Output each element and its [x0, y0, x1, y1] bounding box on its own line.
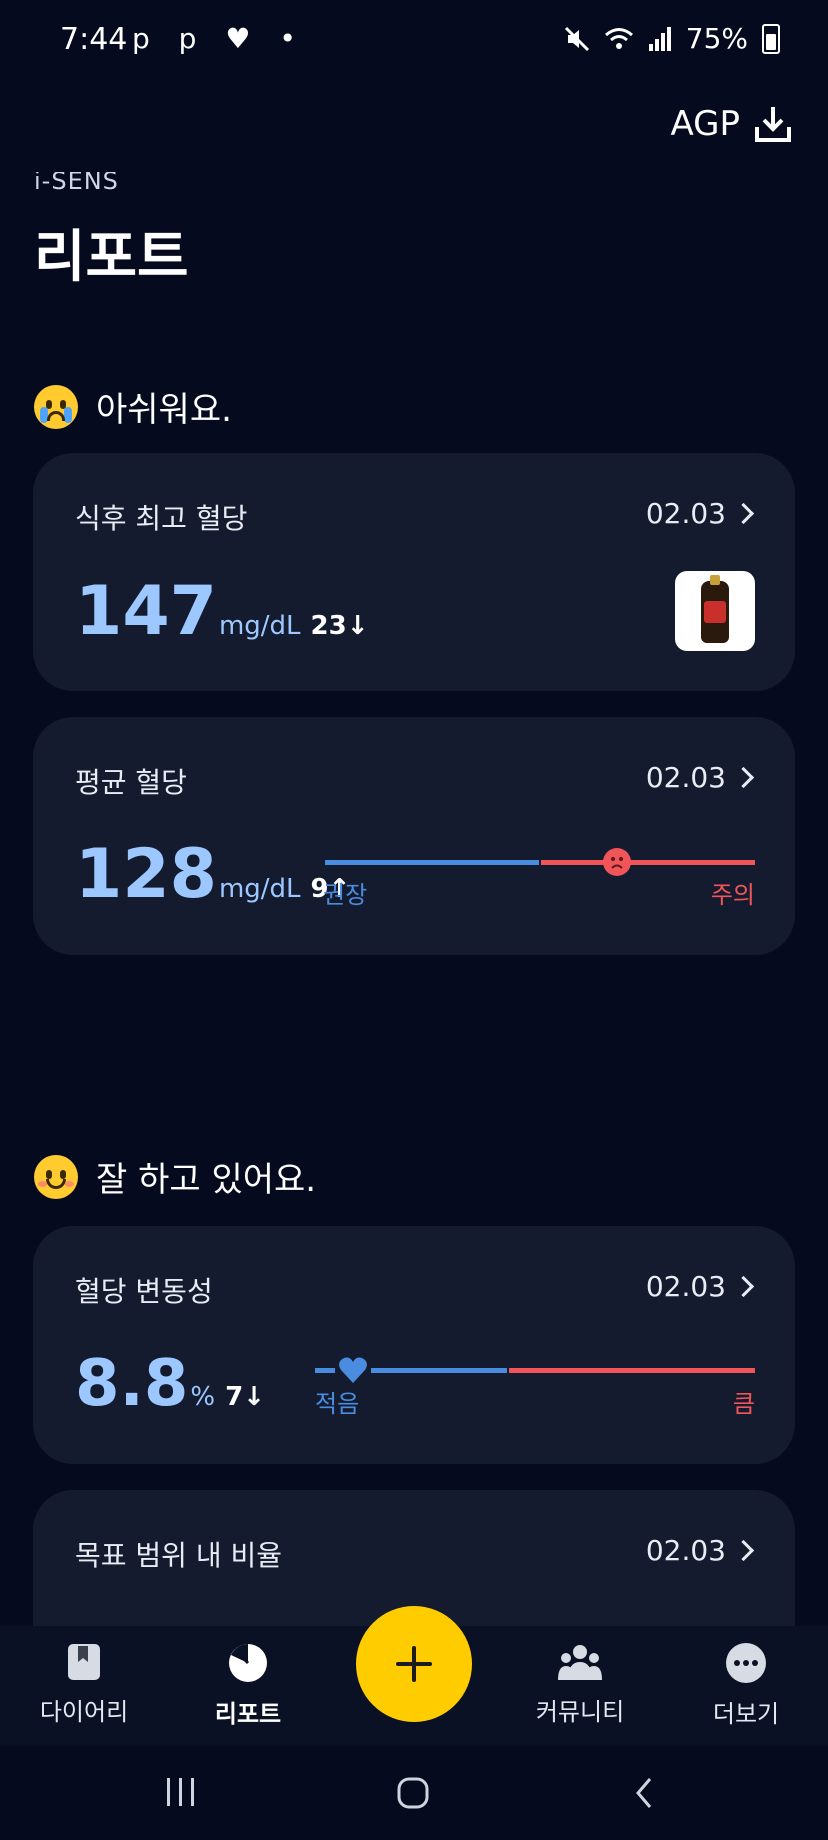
status-time: 7:44	[60, 22, 128, 57]
signal-icon	[648, 26, 671, 51]
value-row: 128 mg/dL 9↑	[75, 841, 350, 909]
card-date: 02.03	[645, 761, 726, 794]
battery-icon	[762, 23, 780, 54]
home-icon[interactable]	[396, 1776, 430, 1810]
card-glucose-variability[interactable]: 혈당 변동성 02.03 8.8 % 7↓ 적음 큼	[33, 1226, 795, 1464]
card-date-link[interactable]: 02.03	[646, 761, 755, 794]
card-title: 목표 범위 내 비율	[75, 1539, 283, 1572]
back-icon[interactable]	[632, 1776, 656, 1810]
heart-marker-icon	[339, 1357, 367, 1383]
brand-name: i-SENS	[34, 172, 119, 194]
page-title: 리포트	[34, 225, 189, 290]
card-date: 02.03	[645, 1270, 726, 1303]
chevron-right-icon	[732, 766, 755, 789]
scale-low-label: 적음	[315, 1390, 360, 1418]
nav-label: 더보기	[712, 1700, 780, 1728]
meal-thumbnail[interactable]	[675, 571, 755, 651]
glucose-unit: mg/dL	[218, 874, 301, 904]
nav-item-diary[interactable]: 다이어리	[14, 1642, 154, 1727]
community-icon	[558, 1645, 602, 1680]
chevron-right-icon	[732, 502, 755, 525]
nav-label: 리포트	[214, 1700, 282, 1728]
report-pie-icon	[229, 1644, 267, 1682]
scale-recommended-segment	[325, 860, 539, 865]
scale-low-segment	[371, 1368, 507, 1373]
nav-label: 다이어리	[39, 1698, 129, 1726]
crying-face-icon	[34, 384, 78, 429]
card-date: 02.03	[645, 497, 726, 530]
card-post-meal-peak[interactable]: 식후 최고 혈당 02.03 147 mg/dL 23↓	[33, 453, 795, 691]
section-heading-doing-well: 잘 하고 있어요.	[34, 1152, 316, 1201]
add-entry-button[interactable]	[356, 1606, 472, 1722]
value-row: 8.8 % 7↓	[75, 1352, 265, 1416]
chevron-right-icon	[732, 1539, 755, 1562]
card-title: 평균 혈당	[75, 766, 187, 799]
value-row: 147 mg/dL 23↓	[75, 578, 369, 646]
recent-apps-icon[interactable]	[164, 1776, 198, 1808]
book-icon	[68, 1644, 100, 1680]
card-title: 식후 최고 혈당	[75, 502, 248, 535]
variability-unit: %	[190, 1382, 216, 1412]
nav-item-community[interactable]: 커뮤니티	[510, 1642, 650, 1727]
agp-download-button[interactable]: AGP	[670, 104, 792, 144]
glucose-unit: mg/dL	[218, 611, 301, 641]
section-heading-text: 아쉬워요.	[96, 390, 232, 430]
card-title: 혈당 변동성	[75, 1275, 213, 1308]
wifi-icon	[604, 27, 633, 49]
scale-low-label: 권장	[323, 881, 368, 909]
nav-label: 커뮤니티	[535, 1698, 625, 1726]
card-date-link[interactable]: 02.03	[646, 1270, 755, 1303]
chevron-right-icon	[732, 1275, 755, 1298]
system-navigation-bar	[0, 1746, 828, 1840]
card-date-link[interactable]: 02.03	[646, 497, 755, 530]
glucose-value: 147	[75, 572, 217, 651]
drink-bottle-icon	[701, 575, 729, 643]
smiling-face-icon	[34, 1154, 78, 1199]
mute-icon	[564, 26, 589, 51]
download-icon	[755, 107, 791, 142]
glucose-value: 128	[75, 835, 217, 914]
nav-item-more[interactable]: 더보기	[676, 1642, 816, 1729]
card-date: 02.03	[645, 1534, 726, 1567]
variability-value: 8.8	[75, 1347, 189, 1421]
card-date-link[interactable]: 02.03	[646, 1534, 755, 1567]
glucose-delta: 23↓	[310, 611, 369, 641]
section-heading-needs-improvement: 아쉬워요.	[34, 382, 232, 431]
status-bar: 7:44 p p ♥ • 75%	[0, 0, 828, 84]
card-average-glucose[interactable]: 평균 혈당 02.03 128 mg/dL 9↑ 권장 주의	[33, 717, 795, 955]
more-icon	[726, 1643, 766, 1683]
scale-low-start-segment	[315, 1368, 335, 1373]
sad-face-marker-icon	[603, 848, 631, 876]
scale-high-segment	[509, 1368, 755, 1373]
nav-item-report[interactable]: 리포트	[178, 1642, 318, 1729]
scale-high-label: 큼	[732, 1390, 755, 1418]
scale-high-label: 주의	[710, 881, 755, 909]
variability-delta: 7↓	[225, 1382, 265, 1412]
agp-label: AGP	[670, 104, 740, 144]
scale-caution-segment	[541, 860, 755, 865]
notification-icons: p p ♥ •	[132, 22, 306, 55]
battery-percent: 75%	[685, 22, 748, 55]
status-right: 75%	[564, 22, 780, 55]
section-heading-text: 잘 하고 있어요.	[96, 1160, 317, 1200]
